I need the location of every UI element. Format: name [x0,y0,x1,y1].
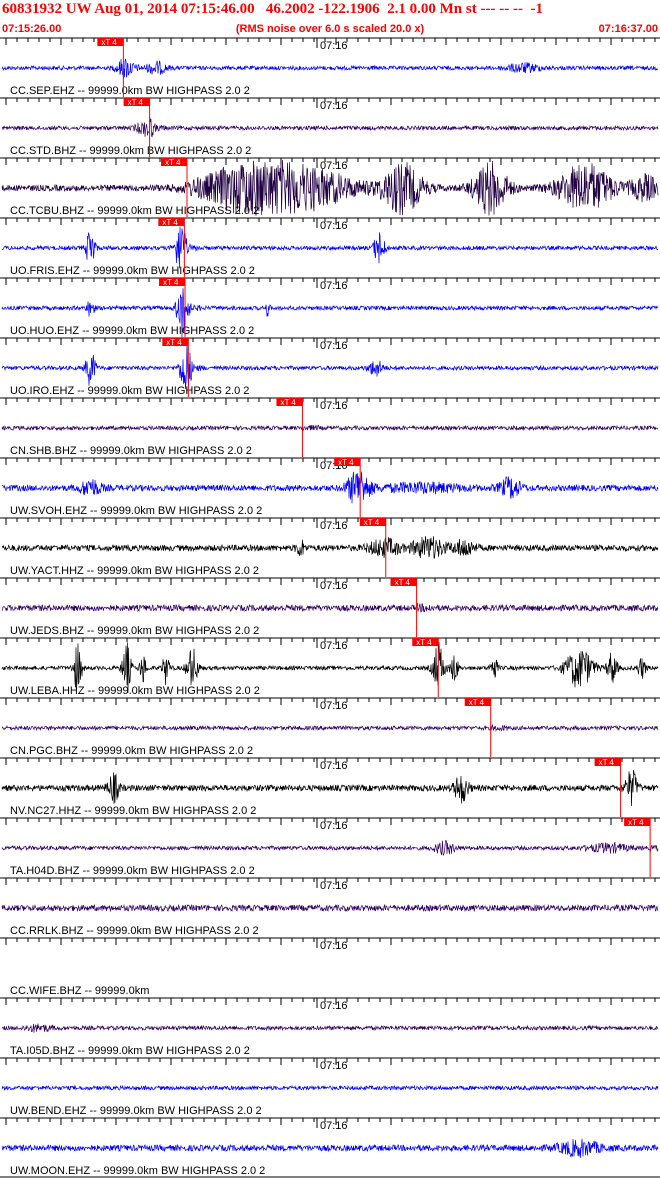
waveform-trace [1,1023,659,1033]
minute-label: 07:16 [320,640,348,652]
waveform-trace [1,840,659,856]
waveform-trace [1,723,659,732]
minute-label: 07:16 [320,940,348,952]
minute-label: 07:16 [320,880,348,892]
station-label: UW.MOON.EHZ -- 99999.0km BW HIGHPASS 2.0… [10,1165,265,1177]
minute-label: 07:16 [320,220,348,232]
station-label: UW.SVOH.EHZ -- 99999.0km BW HIGHPASS 2.0… [10,505,262,517]
station-label: NV.NC27.HHZ -- 99999.0km BW HIGHPASS 2.0… [10,805,256,817]
minute-label: 07:16 [320,160,348,172]
station-label: CC.WIFE.BHZ -- 99999.0km [10,985,149,997]
station-label: CC.RRLK.BHZ -- 99999.0km BW HIGHPASS 2.0… [10,925,259,937]
pick-label: xT 4 [395,578,411,587]
pick-label: xT 4 [416,638,432,647]
station-label: UW.BEND.EHZ -- 99999.0km BW HIGHPASS 2.0… [10,1105,262,1117]
waveform-trace [1,1138,659,1158]
pick-label: xT 4 [166,338,182,347]
seismogram-plot: 07:16 CC.SEP.EHZ -- 99999.0km BW HIGHPASS… [0,37,660,1178]
station-label: TA.I05D.BHZ -- 99999.0km BW HIGHPASS 2.0… [10,1045,250,1057]
pick-label: xT 4 [364,518,380,527]
station-label: UW.JEDS.BHZ -- 99999.0km BW HIGHPASS 2.0… [10,625,259,637]
pick-label: xT 4 [162,218,178,227]
waveform-trace [1,535,659,559]
waveform-trace [1,471,659,504]
minute-label: 07:16 [320,520,348,532]
pick-label: xT 4 [469,698,485,707]
station-label: CC.TCBU.BHZ -- 99999.0km BW HIGHPASS 2.0… [10,205,259,217]
station-label: UO.FRIS.EHZ -- 99999.0km BW HIGHPASS 2.0… [10,265,255,277]
station-label: CN.SHB.BHZ -- 99999.0km BW HIGHPASS 2.0 … [10,445,252,457]
minute-label: 07:16 [320,100,348,112]
station-label: TA.H04D.BHZ -- 99999.0km BW HIGHPASS 2.0… [10,865,255,877]
minute-label: 07:16 [320,340,348,352]
minute-label: 07:16 [320,280,348,292]
waveform-trace [1,117,659,138]
pick-label: xT 4 [280,398,296,407]
minute-label: 07:16 [320,580,348,592]
minute-label: 07:16 [320,760,348,772]
station-label: CN.PGC.BHZ -- 99999.0km BW HIGHPASS 2.0 … [10,745,253,757]
pick-label: xT 4 [163,278,179,287]
station-label: UO.IRO.EHZ -- 99999.0km BW HIGHPASS 2.0 … [10,385,249,397]
waveform-trace [1,903,659,913]
minute-label: 07:16 [320,1000,348,1012]
waveform-trace [1,1084,659,1092]
station-label: UW.LEBA.HHZ -- 99999.0km BW HIGHPASS 2.0… [10,685,260,697]
minute-label: 07:16 [320,700,348,712]
minute-label: 07:16 [320,40,348,52]
pick-label: xT 4 [101,38,117,47]
waveform-trace [1,769,659,807]
station-label: CC.STD.BHZ -- 99999.0km BW HIGHPASS 2.0 … [10,145,251,157]
waveform-trace [1,602,659,613]
waveform-trace [1,424,659,432]
station-label: UW.YACT.HHZ -- 99999.0km BW HIGHPASS 2.0… [10,565,259,577]
pick-label: xT 4 [165,158,181,167]
minute-label: 07:16 [320,1120,348,1132]
station-label: CC.SEP.EHZ -- 99999.0km BW HIGHPASS 2.0 … [10,85,250,97]
waveform-trace [1,226,659,269]
pick-label: xT 4 [628,818,644,827]
station-label: UO.HUO.EHZ -- 99999.0km BW HIGHPASS 2.0 … [10,325,254,337]
minute-label: 07:16 [320,400,348,412]
minute-label: 07:16 [320,820,348,832]
pick-label: xT 4 [128,98,144,107]
minute-label: 07:16 [320,1060,348,1072]
waveform-trace [1,58,659,79]
pick-label: xT 4 [599,758,615,767]
pick-label: xT 4 [338,458,354,467]
